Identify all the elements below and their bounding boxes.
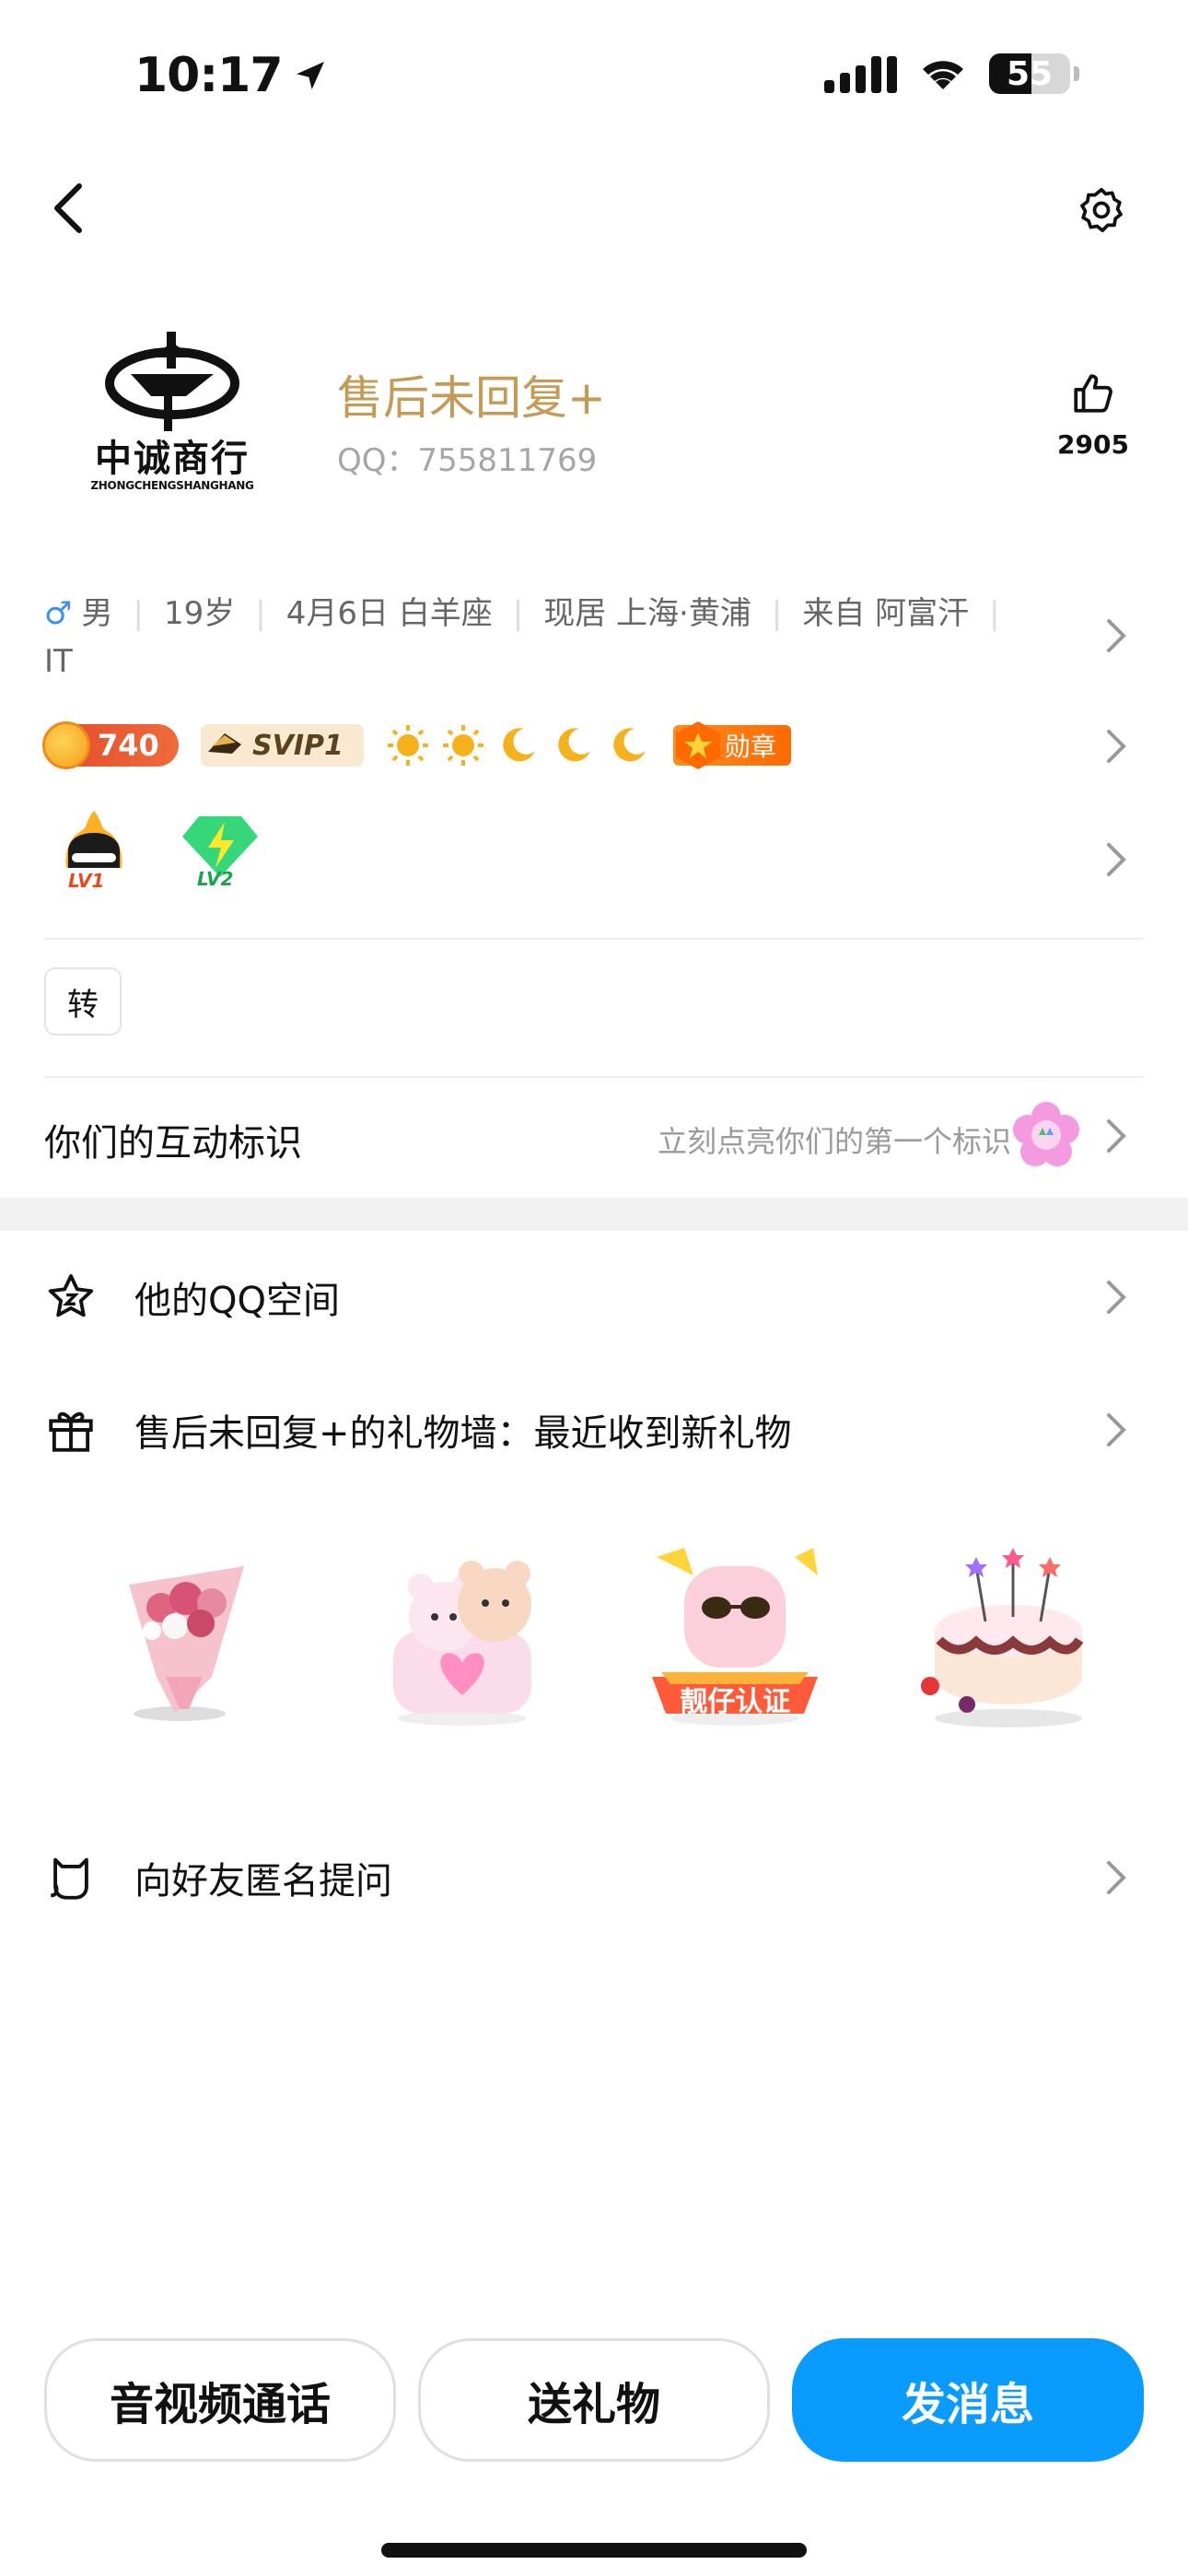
birthday-label: 4月6日 白羊座 <box>285 595 493 632</box>
star-icon <box>48 1274 94 1317</box>
moon-icon <box>558 728 590 762</box>
qq-number: QQ：755811769 <box>337 442 598 479</box>
gift-icon <box>49 1411 93 1452</box>
gift-wall-items[interactable]: 靓仔认证 <box>83 1529 1114 1732</box>
level-icons <box>386 723 651 767</box>
cellular-signal-icon <box>824 54 897 93</box>
back-button[interactable] <box>41 181 96 236</box>
moon-icon <box>503 728 535 762</box>
chevron-right-icon[interactable] <box>1098 841 1135 878</box>
hometown-label: 来自 阿富汗 <box>802 595 970 632</box>
moon-icon <box>613 728 646 762</box>
anonymous-question-label: 向好友匿名提问 <box>134 1860 392 1903</box>
battery-icon: 55 <box>989 53 1070 94</box>
logo-text: 中诚商行 <box>95 438 250 480</box>
divider <box>44 938 1144 940</box>
battery-level: 55 <box>1006 54 1054 93</box>
lv2-badge: LV2 <box>181 811 260 894</box>
chevron-right-icon[interactable] <box>1098 617 1135 654</box>
status-time: 10:17 <box>134 48 329 103</box>
chevron-right-icon <box>1107 1281 1126 1314</box>
like-button[interactable]: 2905 <box>1050 370 1136 460</box>
location-arrow-icon <box>296 62 324 89</box>
like-count: 2905 <box>1057 429 1129 460</box>
gift-cool-cert[interactable]: 靓仔认证 <box>629 1529 841 1732</box>
qzone-label: 他的QQ空间 <box>134 1280 340 1322</box>
chevron-right-icon <box>1107 1861 1126 1894</box>
medal-badge: 勋章 <box>672 721 791 769</box>
qzone-row[interactable]: 他的QQ空间 <box>0 1251 1188 1343</box>
gift-bears[interactable] <box>356 1529 568 1732</box>
star-medal-icon <box>675 721 720 769</box>
chevron-right-icon <box>1107 1413 1126 1446</box>
svip-label: SVIP1 <box>252 729 344 762</box>
gift-cake[interactable] <box>903 1529 1114 1732</box>
interaction-hint[interactable]: 立刻点亮你们的第一个标识 <box>658 1118 1011 1161</box>
coin-count: 740 <box>98 728 159 763</box>
location-label: 现居 上海·黄浦 <box>543 595 751 632</box>
flower-bouquet-icon <box>129 1566 244 1721</box>
zhuan-tag-button[interactable]: 转 <box>44 967 122 1036</box>
sun-icon <box>387 725 428 766</box>
svip-badge: SVIP1 <box>201 724 364 767</box>
birthday-cake-icon <box>920 1548 1084 1727</box>
chevron-right-icon[interactable] <box>1098 728 1135 765</box>
flower-icon <box>1013 1102 1079 1166</box>
gift-wall-row[interactable]: 售后未回复+的礼物墙：最近收到新礼物 <box>0 1384 1188 1476</box>
send-gift-button[interactable]: 送礼物 <box>418 2338 770 2462</box>
company-logo-icon <box>105 332 239 431</box>
status-indicators: 55 <box>824 53 1079 94</box>
settings-button[interactable] <box>1072 181 1131 240</box>
gear-icon <box>1080 187 1123 233</box>
medal-label: 勋章 <box>724 732 776 762</box>
gift-bouquet[interactable] <box>83 1529 295 1732</box>
anonymous-question-row[interactable]: 向好友匿名提问 <box>0 1832 1188 1924</box>
badges-row[interactable]: 740 SVIP1 勋章 <box>42 721 791 769</box>
lv1-badge: LV1 <box>55 811 133 894</box>
coin-icon <box>42 721 90 769</box>
gift-cert-text: 靓仔认证 <box>680 1686 791 1718</box>
thumbs-up-icon <box>1074 374 1112 413</box>
video-call-button[interactable]: 音视频通话 <box>44 2338 396 2462</box>
crown-hat-icon <box>208 733 241 754</box>
interaction-title: 你们的互动标识 <box>44 1122 302 1165</box>
wifi-icon <box>923 61 963 89</box>
flame-helmet-icon <box>65 811 122 868</box>
profile-info-row[interactable]: ♂ 男 | 19岁 | 4月6日 白羊座 | 现居 上海·黄浦 | 来自 阿富汗 | IT <box>44 590 1066 685</box>
nickname: 售后未回复+ <box>337 371 606 425</box>
cat-icon <box>51 1857 88 1900</box>
section-separator <box>0 1198 1188 1231</box>
sun-icon <box>442 725 483 766</box>
avatar[interactable]: 中诚商行 ZHONGCHENGSHANGHANG <box>76 330 269 492</box>
lv1-label: LV1 <box>68 870 105 892</box>
time-label: 10:17 <box>134 48 284 103</box>
age-label: 19岁 <box>163 595 236 632</box>
home-indicator[interactable] <box>381 2543 807 2558</box>
level-badges-row[interactable]: LV1 LV2 <box>55 811 260 894</box>
battery-tip <box>1074 66 1079 81</box>
male-icon: ♂ <box>44 595 73 632</box>
send-message-button[interactable]: 发消息 <box>792 2338 1144 2462</box>
chevron-right-icon[interactable] <box>1098 1118 1135 1154</box>
occupation-label: IT <box>44 643 73 680</box>
lv2-label: LV2 <box>197 868 234 890</box>
logo-subtext: ZHONGCHENGSHANGHANG <box>90 479 254 492</box>
gender-label: 男 <box>81 595 113 632</box>
coin-badge: 740 <box>42 721 179 769</box>
teddy-bears-icon <box>392 1561 531 1726</box>
chevron-left-icon <box>54 183 82 233</box>
gift-wall-label: 售后未回复+的礼物墙：最近收到新礼物 <box>134 1412 792 1455</box>
divider <box>44 1076 1144 1078</box>
